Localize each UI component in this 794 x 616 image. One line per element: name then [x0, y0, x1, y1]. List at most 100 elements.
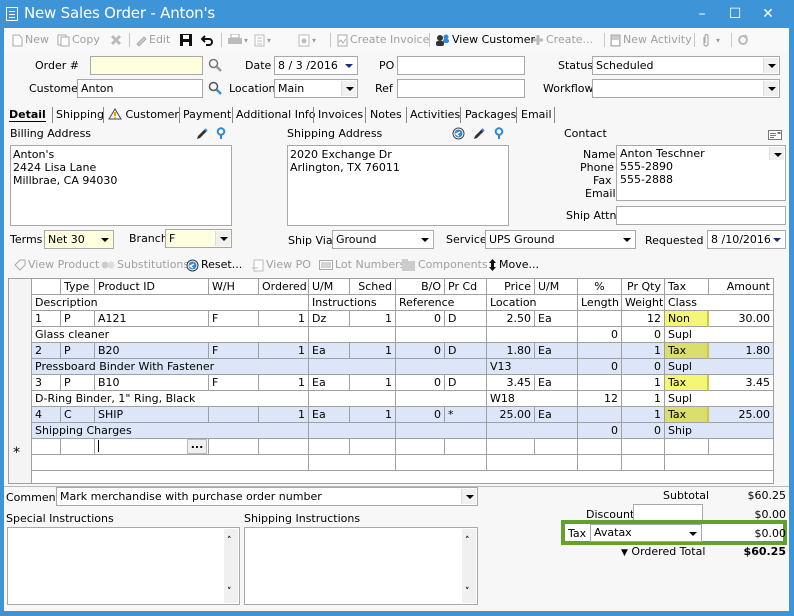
tab-shipping[interactable]: Shipping — [56, 105, 104, 124]
cell-pct[interactable] — [578, 343, 622, 359]
new-row-cell-prcd[interactable] — [445, 439, 487, 455]
tab-additional-info[interactable]: Additional Info — [236, 105, 316, 124]
branch-select[interactable]: F — [165, 229, 232, 248]
new-row-cell-bo[interactable] — [396, 439, 445, 455]
new-row-cell-location[interactable] — [487, 455, 578, 471]
tab-invoices[interactable]: Invoices — [318, 105, 363, 124]
substitutions-button[interactable]: Substitutions — [101, 257, 189, 273]
column-header-type[interactable]: Type — [61, 279, 95, 295]
cell-prcd[interactable]: D — [445, 343, 487, 359]
cell-price[interactable]: 25.00 — [487, 407, 535, 423]
po-input[interactable] — [397, 56, 525, 75]
billing-address-box[interactable]: Anton's 2424 Lisa Lane Millbrae, CA 9403… — [10, 145, 232, 226]
column-header-ordered[interactable]: Ordered — [259, 279, 309, 295]
cell-ordered[interactable]: 1 — [259, 407, 309, 423]
cell-sched[interactable]: 1 — [350, 343, 396, 359]
move-button[interactable]: Move... — [488, 257, 539, 273]
workflow-select[interactable] — [592, 79, 780, 98]
cell-price[interactable]: 3.45 — [487, 375, 535, 391]
cell-class[interactable]: Supl — [665, 327, 774, 343]
cell-weight[interactable]: 1 — [622, 391, 665, 407]
date-picker[interactable]: 8 / 3 /2016 — [274, 56, 358, 75]
reset-address-icon[interactable] — [452, 127, 465, 140]
column-header-num[interactable] — [32, 279, 61, 295]
new-row-cell-length[interactable] — [578, 455, 622, 471]
refresh-button[interactable] — [737, 32, 751, 48]
new-row-cell-pct[interactable] — [578, 439, 622, 455]
cell-prcd[interactable]: D — [445, 375, 487, 391]
cell-length[interactable]: 0 — [578, 423, 622, 439]
new-row-cell-um[interactable] — [309, 439, 350, 455]
column-header-um2[interactable]: U/M — [535, 279, 578, 295]
cell-prqty[interactable]: 1 — [622, 343, 665, 359]
reset-button[interactable]: Reset... — [186, 257, 242, 273]
chevron-down-icon[interactable] — [341, 58, 356, 73]
new-row-cell-um2[interactable] — [535, 439, 578, 455]
delete-button[interactable] — [110, 32, 124, 48]
terms-select[interactable]: Net 30 — [44, 230, 114, 249]
cell-prqty[interactable]: 1 — [622, 375, 665, 391]
column-header-prcd[interactable]: Pr Cd — [445, 279, 487, 295]
cell-num[interactable]: 1 — [32, 311, 61, 327]
cell-description[interactable]: Shipping Charges — [32, 423, 309, 439]
edit-button[interactable]: Edit — [135, 32, 170, 48]
cell-prqty[interactable]: 12 — [622, 311, 665, 327]
cell-product[interactable]: B20 — [95, 343, 209, 359]
cell-instructions[interactable] — [309, 327, 396, 343]
new-row-cell-instructions[interactable] — [309, 455, 396, 471]
cell-prqty[interactable]: 1 — [622, 407, 665, 423]
copy-button[interactable]: Copy — [57, 32, 100, 48]
tab-activities[interactable]: Activities — [410, 105, 460, 124]
cell-um2[interactable]: Ea — [535, 311, 578, 327]
tax-provider-select[interactable]: Avatax — [590, 524, 702, 542]
tax-code-cell[interactable]: Tax — [665, 375, 709, 391]
cell-type[interactable]: P — [61, 343, 95, 359]
column-header-wh[interactable]: W/H — [209, 279, 259, 295]
chevron-down-icon[interactable] — [461, 489, 476, 504]
shipping-map-pin-icon[interactable] — [494, 127, 504, 140]
contact-card-icon[interactable] — [768, 130, 782, 140]
billing-map-pin-icon[interactable] — [216, 127, 226, 140]
column-header-description[interactable]: Description — [32, 295, 309, 311]
cell-pct[interactable] — [578, 311, 622, 327]
cell-bo[interactable]: 0 — [396, 375, 445, 391]
column-header-amount[interactable]: Amount — [709, 279, 774, 295]
cell-pct[interactable] — [578, 375, 622, 391]
column-header-um[interactable]: U/M — [309, 279, 350, 295]
shipping-address-box[interactable]: 2020 Exchange Dr Arlington, TX 76011 — [287, 145, 509, 226]
cell-class[interactable]: Supl — [665, 359, 774, 375]
cell-type[interactable]: C — [61, 407, 95, 423]
service-select[interactable]: UPS Ground — [485, 230, 636, 249]
tab-customer[interactable]: Customer — [108, 105, 179, 124]
cell-length[interactable]: 12 — [578, 391, 622, 407]
ref-input[interactable] — [397, 79, 525, 98]
attachment-button[interactable]: ▾ — [702, 32, 720, 48]
comment-select[interactable]: Mark merchandise with purchase order num… — [56, 487, 478, 506]
cell-um[interactable]: Ea — [309, 375, 350, 391]
tax-code-cell[interactable]: Tax — [665, 407, 709, 423]
cell-bo[interactable]: 0 — [396, 311, 445, 327]
ordered-total-toggle[interactable]: ▼ Ordered Total — [621, 545, 705, 558]
cell-product[interactable]: B10 — [95, 375, 209, 391]
components-button[interactable]: Components — [402, 257, 488, 273]
location-select[interactable]: Main — [274, 79, 358, 98]
cell-reference[interactable] — [396, 423, 487, 439]
cell-bo[interactable]: 0 — [396, 407, 445, 423]
edit-shipping-pencil-icon[interactable] — [473, 128, 485, 140]
cell-num[interactable]: 3 — [32, 375, 61, 391]
cell-price[interactable]: 2.50 — [487, 311, 535, 327]
new-button[interactable]: New — [12, 32, 49, 48]
cell-weight[interactable]: 0 — [622, 327, 665, 343]
column-header-prqty[interactable]: Pr Qty — [622, 279, 665, 295]
new-row-cell-product[interactable]: ... — [95, 439, 209, 455]
reports-button[interactable]: ▾ — [254, 32, 271, 48]
new-row-cell-weight[interactable] — [622, 455, 665, 471]
cell-sched[interactable]: 1 — [350, 375, 396, 391]
shipping-instructions-textarea[interactable]: ˄ ˅ — [244, 527, 478, 605]
cell-prcd[interactable]: D — [445, 311, 487, 327]
scroll-down-icon[interactable]: ˅ — [465, 586, 470, 599]
cell-bo[interactable]: 0 — [396, 343, 445, 359]
cell-um2[interactable]: Ea — [535, 343, 578, 359]
chevron-down-icon[interactable] — [97, 232, 112, 247]
chevron-down-icon[interactable] — [341, 81, 356, 96]
